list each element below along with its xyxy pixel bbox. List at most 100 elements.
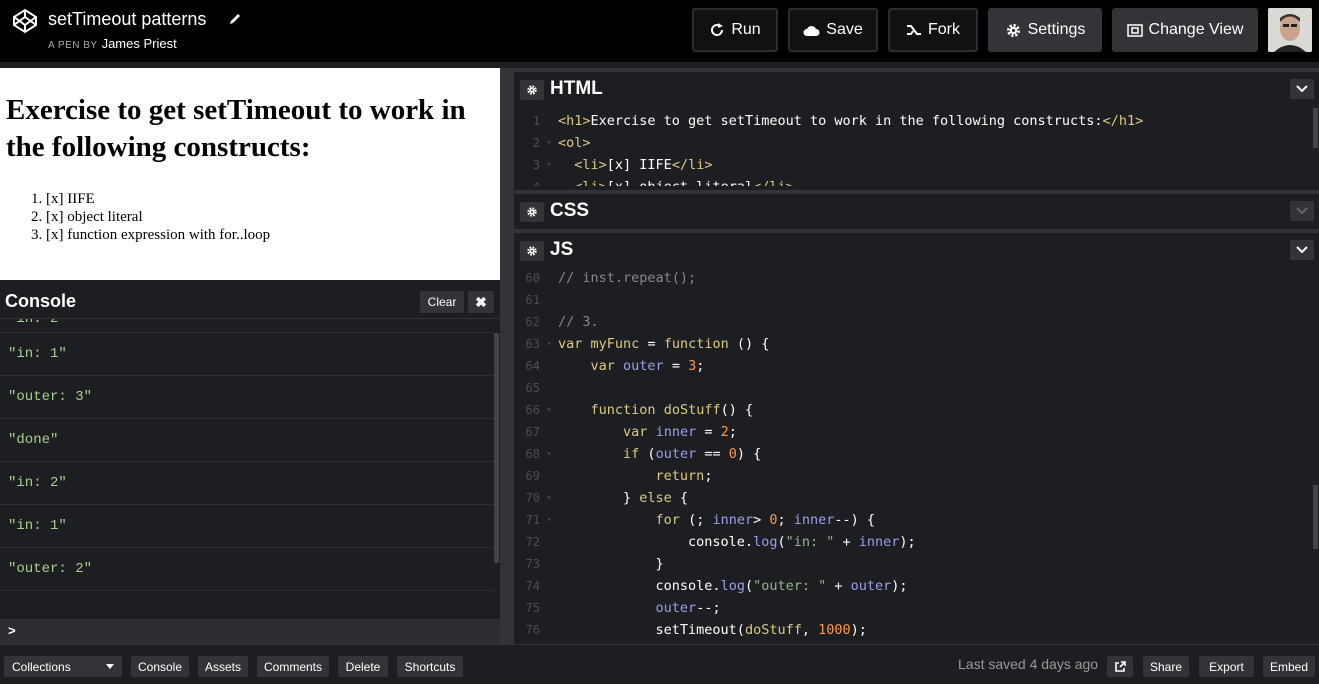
html-collapse-button[interactable] (1290, 79, 1314, 99)
fold-toggle[interactable]: ▾ (540, 487, 558, 509)
line-number: 4 (514, 176, 540, 186)
fold-toggle (540, 267, 558, 289)
shortcuts-button[interactable]: Shortcuts (397, 656, 463, 677)
assets-button[interactable]: Assets (198, 656, 248, 677)
last-saved-status: Last saved 4 days ago (958, 656, 1099, 672)
code-line[interactable]: 3 ▾ <li>[x] IIFE</li> (514, 154, 1319, 176)
code-line[interactable]: 66 ▾ function doStuff() { (514, 399, 1319, 421)
fold-toggle (540, 421, 558, 443)
fold-toggle[interactable]: ▾ (540, 132, 558, 154)
line-number: 75 (525, 601, 540, 615)
js-editor: JS 60// inst.repeat(); 61 62// 3. 63 ▾ var my… (514, 229, 1319, 644)
caret-down-icon (106, 664, 114, 669)
fold-toggle[interactable]: ▾ (540, 443, 558, 465)
console-log: "in: 2" "in: 1" "outer: 3" "done" "in: 2… (0, 319, 494, 619)
code-line[interactable]: 68 ▾ if (outer == 0) { (514, 443, 1319, 465)
run-label: Run (731, 21, 761, 38)
js-code-area[interactable]: 60// inst.repeat(); 61 62// 3. 63 ▾ var myFun… (514, 267, 1319, 644)
code-line[interactable]: 72 console.log("in: " + inner); (514, 531, 1319, 553)
console-log-row: "in: 1" (0, 333, 494, 376)
code-text: // 3. (558, 314, 599, 330)
js-settings-button[interactable] (520, 241, 544, 261)
avatar[interactable] (1268, 8, 1312, 52)
line-number: 71 (525, 513, 540, 527)
line-number: 64 (525, 359, 540, 373)
console-input[interactable]: > (0, 619, 500, 644)
line-number: 76 (525, 623, 540, 637)
html-settings-button[interactable] (520, 80, 544, 100)
gear-icon (527, 85, 537, 95)
code-line[interactable]: 67 var inner = 2; (514, 421, 1319, 443)
fold-toggle[interactable]: ▾ (540, 333, 558, 355)
code-text: <li>[x] IIFE</li> (574, 157, 713, 173)
code-line[interactable]: 1 <h1>Exercise to get setTimeout to work … (514, 110, 1319, 132)
console-close-button[interactable]: ✖ (468, 291, 494, 313)
comments-button[interactable]: Comments (257, 656, 329, 677)
code-line[interactable]: 60 // inst.repeat(); (514, 267, 1319, 289)
code-line[interactable]: 64 var outer = 3; (514, 355, 1319, 377)
byline-prefix: A PEN BY (48, 40, 98, 51)
code-text: <ol> (558, 135, 591, 151)
open-external-button[interactable] (1107, 656, 1133, 677)
footer: Collections Console Assets Comments Dele… (0, 644, 1319, 684)
code-text: return; (655, 468, 713, 484)
fold-toggle[interactable]: ▾ (540, 399, 558, 421)
line-number: 60 (525, 271, 540, 285)
code-line[interactable]: 73 } (514, 553, 1319, 575)
line-number: 68 (525, 447, 540, 461)
console-log-row: "done" (0, 419, 494, 462)
fold-toggle[interactable]: ▾ (540, 509, 558, 531)
code-line[interactable]: 76 setTimeout(doStuff, 1000); (514, 619, 1319, 641)
html-editor: HTML 1 <h1>Exercise to get setTimeout to … (514, 68, 1319, 190)
line-number: 70 (525, 491, 540, 505)
html-code-area[interactable]: 1 <h1>Exercise to get setTimeout to work … (514, 106, 1319, 186)
css-collapse-button[interactable] (1290, 201, 1314, 221)
console-scrollbar[interactable] (494, 333, 499, 563)
fold-toggle (540, 110, 558, 132)
console-clear-button[interactable]: Clear (420, 291, 464, 313)
code-text: <li>[x] object literal</li> (558, 176, 793, 186)
delete-button[interactable]: Delete (338, 656, 388, 677)
code-line[interactable]: 2 ▾ <ol> (514, 132, 1319, 154)
line-number: 3 (532, 158, 540, 172)
code-line[interactable]: 71 ▾ for (; inner> 0; inner--) { (514, 509, 1319, 531)
js-scrollbar[interactable] (1313, 485, 1318, 549)
console-button[interactable]: Console (131, 656, 189, 677)
html-scrollbar[interactable] (1313, 108, 1318, 148)
js-collapse-button[interactable] (1290, 240, 1314, 260)
code-line[interactable]: 69 return; (514, 465, 1319, 487)
fold-toggle[interactable]: ▾ (540, 154, 558, 176)
code-line[interactable]: 74 console.log("outer: " + outer); (514, 575, 1319, 597)
author-link[interactable]: James Priest (102, 36, 177, 51)
collections-dropdown[interactable]: Collections (4, 656, 122, 677)
save-button[interactable]: Save (788, 8, 878, 52)
run-button[interactable]: Run (692, 8, 778, 52)
pane-resizer[interactable] (500, 68, 514, 644)
code-line[interactable]: 70 ▾ } else { (514, 487, 1319, 509)
embed-button[interactable]: Embed (1263, 656, 1315, 677)
code-line[interactable]: 65 (514, 377, 1319, 399)
code-text: outer--; (655, 600, 721, 616)
html-editor-header: HTML (514, 68, 1319, 106)
line-number: 67 (525, 425, 540, 439)
pencil-icon[interactable] (228, 12, 242, 26)
line-number: 65 (525, 381, 540, 395)
code-line[interactable]: 4 <li>[x] object literal</li> (514, 176, 1319, 186)
codepen-logo-icon[interactable] (12, 8, 38, 34)
pen-title[interactable]: setTimeout patterns (48, 9, 206, 30)
fold-toggle (540, 531, 558, 553)
css-settings-button[interactable] (520, 202, 544, 222)
export-button[interactable]: Export (1199, 656, 1254, 677)
console-title: Console (5, 291, 77, 311)
settings-button[interactable]: Settings (988, 8, 1102, 52)
share-button[interactable]: Share (1143, 656, 1189, 677)
preview-list-item: [x] IIFE (46, 190, 494, 208)
code-line[interactable]: 75 outer--; (514, 597, 1319, 619)
console-log-row: "outer: 3" (0, 376, 494, 419)
code-line[interactable]: 63 ▾ var myFunc = function () { (514, 333, 1319, 355)
fold-toggle (540, 289, 558, 311)
code-line[interactable]: 62 // 3. (514, 311, 1319, 333)
change-view-button[interactable]: Change View (1112, 8, 1258, 52)
code-line[interactable]: 61 (514, 289, 1319, 311)
fork-button[interactable]: Fork (888, 8, 978, 52)
